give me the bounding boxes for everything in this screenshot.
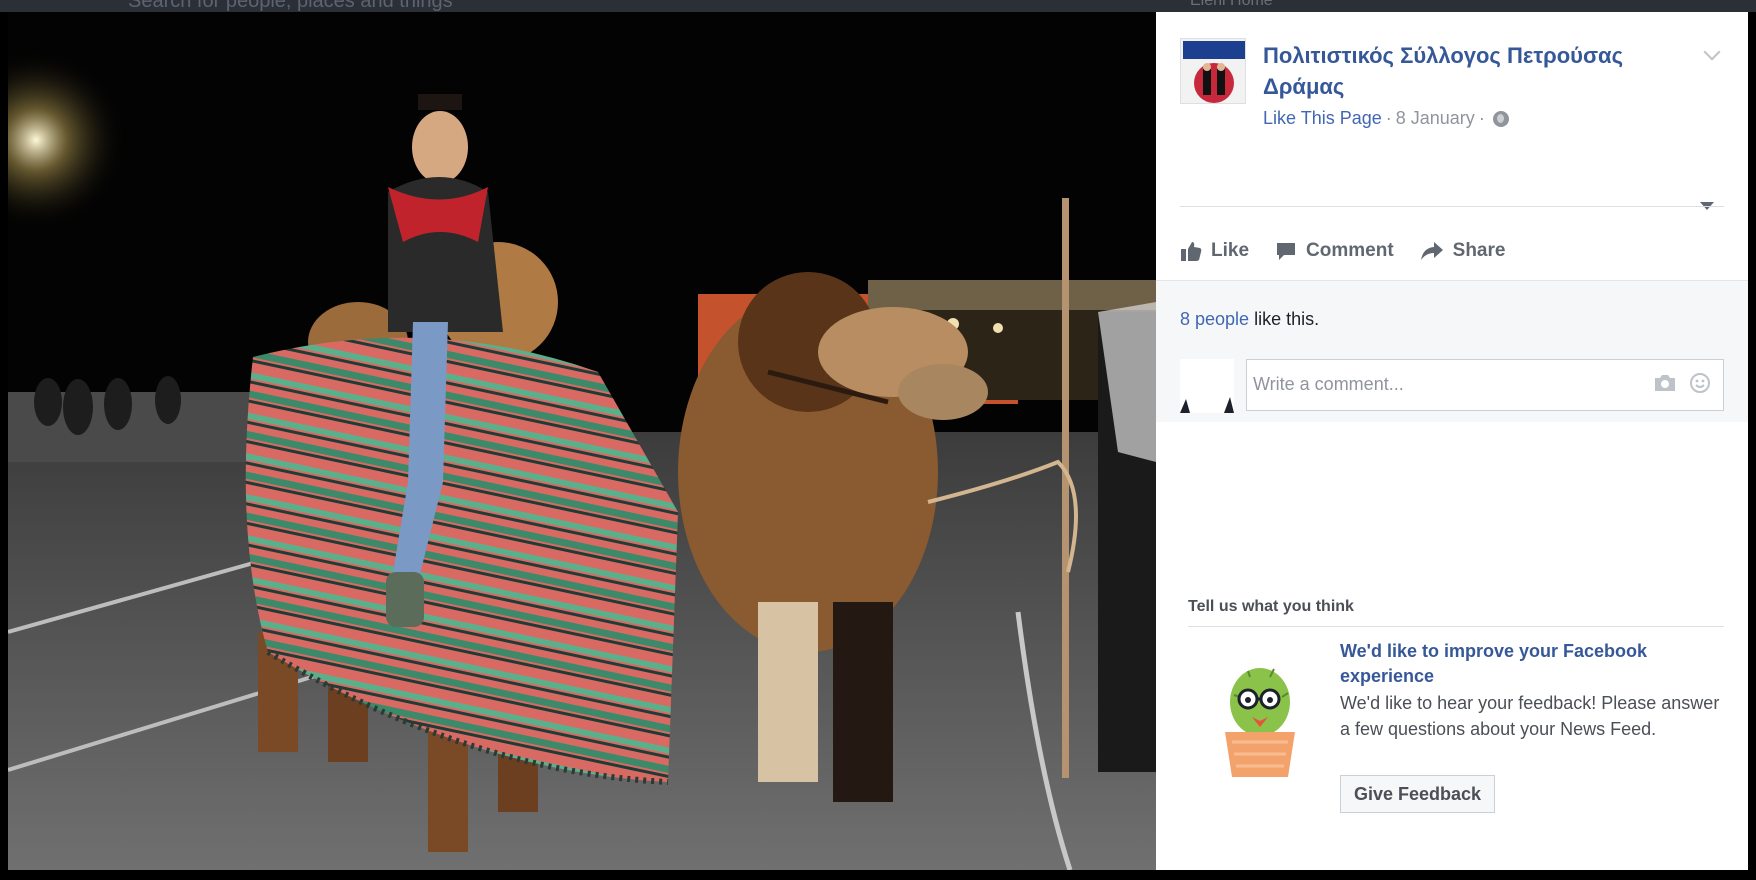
divider [1180, 206, 1724, 207]
comment-button[interactable]: Comment [1275, 240, 1394, 262]
camera-icon[interactable] [1653, 372, 1677, 394]
comment-label: Comment [1306, 240, 1394, 261]
feedback-section-title: Tell us what you think [1188, 598, 1724, 627]
meta-separator: · [1478, 108, 1485, 128]
feedback-text: We'd like to hear your feedback! Please … [1340, 693, 1720, 739]
likes-suffix: like this. [1254, 309, 1320, 329]
give-feedback-button[interactable]: Give Feedback [1340, 775, 1496, 813]
top-bar: Search for people, places and things Ele… [0, 0, 1756, 12]
globe-icon [1492, 110, 1509, 127]
likes-count-link[interactable]: 8 people [1180, 309, 1249, 329]
feedback-headline-link[interactable]: We'd like to improve your Facebook exper… [1340, 639, 1720, 689]
post-header: Πολιτιστικός Σύλλογος Πετρούσας Δράμας L… [1156, 12, 1748, 222]
share-button[interactable]: Share [1420, 240, 1506, 262]
comment-input[interactable] [1247, 360, 1627, 408]
comment-input-icons [1653, 372, 1711, 394]
post-details-panel: Πολιτιστικός Σύλλογος Πετρούσας Δράμας L… [1156, 12, 1748, 870]
likes-and-comments: 8 people like this. [1156, 280, 1748, 422]
thumbs-up-icon [1181, 242, 1202, 261]
like-label: Like [1211, 240, 1250, 261]
post-date[interactable]: 8 January [1396, 108, 1475, 129]
share-label: Share [1452, 240, 1506, 261]
feedback-card: Tell us what you think We'd like to impr… [1188, 598, 1724, 827]
nav-ghost: Eleni Home [1190, 0, 1273, 9]
comment-icon [1277, 243, 1296, 260]
like-page-link[interactable]: Like This Page [1263, 108, 1382, 129]
likes-summary: 8 people like this. [1180, 309, 1319, 330]
page-avatar[interactable] [1180, 38, 1246, 104]
share-icon [1420, 242, 1443, 260]
comment-input-box[interactable] [1246, 359, 1724, 411]
feedback-body: We'd like to improve your Facebook exper… [1188, 627, 1724, 827]
page-name-link[interactable]: Πολιτιστικός Σύλλογος Πετρούσας Δράμας [1263, 40, 1683, 102]
post-meta: Like This Page · 8 January · [1263, 108, 1509, 129]
like-button[interactable]: Like [1180, 240, 1249, 262]
meta-separator: · [1385, 108, 1392, 128]
cactus-illustration [1210, 647, 1310, 787]
post-photo[interactable] [8, 12, 1156, 870]
emoji-icon[interactable] [1689, 372, 1711, 394]
post-actions: Like Comment Share [1180, 240, 1505, 262]
avatar [1180, 359, 1234, 413]
chevron-down-icon[interactable] [1703, 43, 1721, 61]
photo-viewer: Search for people, places and things Ele… [0, 0, 1756, 880]
